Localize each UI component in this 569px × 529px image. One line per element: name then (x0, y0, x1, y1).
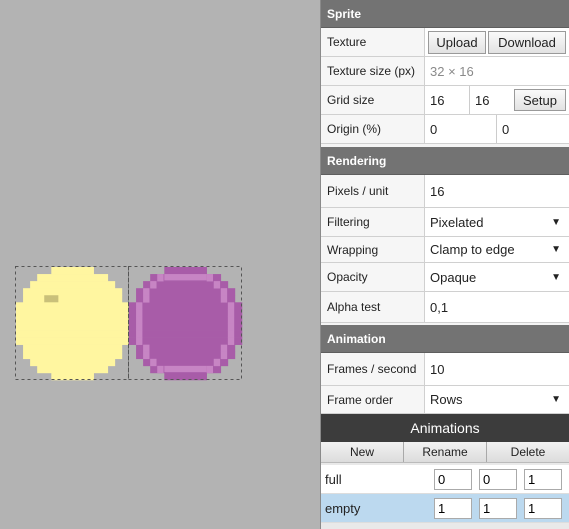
animation-end-field[interactable] (479, 468, 517, 490)
frame-order-row: Frame order Rows ▼ (321, 386, 569, 414)
ppu-label: Pixels / unit (321, 175, 425, 207)
origin-cells: 0 0 (425, 115, 569, 143)
section-rendering-header: Rendering (321, 147, 569, 175)
origin-label: Origin (%) (321, 115, 425, 143)
chevron-down-icon: ▼ (551, 216, 561, 228)
alpha-test-field[interactable]: 0,1 (425, 300, 448, 315)
animation-end-field[interactable] (479, 497, 517, 519)
frame-empty-sprite (129, 267, 243, 381)
filtering-cell: Pixelated ▼ (425, 208, 569, 236)
wrapping-label: Wrapping (321, 237, 425, 262)
opacity-row: Opacity Opaque ▼ (321, 263, 569, 292)
texture-size-cell: 32 × 16 (425, 57, 569, 85)
filtering-select[interactable]: Pixelated ▼ (425, 208, 569, 236)
settings-panel: Sprite Texture Upload Download Texture s… (320, 0, 569, 529)
new-animation-button[interactable]: New (321, 442, 404, 462)
wrapping-value: Clamp to edge (430, 242, 515, 257)
animation-speed-field[interactable] (524, 468, 562, 490)
animation-item-empty[interactable]: empty (321, 494, 569, 523)
grid-height-field[interactable]: 16 (470, 86, 512, 114)
grid-size-cells: 16 16 Setup (425, 86, 569, 114)
download-button[interactable]: Download (488, 30, 566, 54)
animation-item-full[interactable]: full (321, 465, 569, 494)
frame-order-value: Rows (430, 392, 463, 407)
frame-order-cell: Rows ▼ (425, 386, 569, 413)
filtering-label: Filtering (321, 208, 425, 236)
filtering-value: Pixelated (430, 214, 484, 230)
ppu-field[interactable]: 16 (425, 184, 444, 199)
upload-button[interactable]: Upload (428, 30, 486, 54)
animation-start-field[interactable] (434, 468, 472, 490)
chevron-down-icon: ▼ (551, 271, 561, 283)
ppu-cell: 16 (425, 175, 569, 207)
fps-cell: 10 (425, 353, 569, 385)
animation-speed-field[interactable] (524, 497, 562, 519)
wrapping-select[interactable]: Clamp to edge ▼ (425, 237, 569, 262)
section-animation-header: Animation (321, 325, 569, 353)
frame-full-sprite (16, 267, 130, 381)
texture-size-row: Texture size (px) 32 × 16 (321, 57, 569, 86)
section-sprite-header: Sprite (321, 0, 569, 28)
filtering-row: Filtering Pixelated ▼ (321, 208, 569, 237)
alpha-test-row: Alpha test 0,1 (321, 292, 569, 323)
animations-title: Animations (321, 414, 569, 442)
alpha-test-label: Alpha test (321, 292, 425, 322)
animation-name: empty (325, 500, 361, 516)
texture-row: Texture Upload Download (321, 28, 569, 57)
ppu-row: Pixels / unit 16 (321, 175, 569, 208)
grid-size-label: Grid size (321, 86, 425, 114)
animation-start-field[interactable] (434, 497, 472, 519)
fps-label: Frames / second (321, 353, 425, 385)
wrapping-row: Wrapping Clamp to edge ▼ (321, 237, 569, 263)
opacity-label: Opacity (321, 263, 425, 291)
sprite-preview (15, 266, 243, 381)
animation-name: full (325, 471, 342, 487)
alpha-test-cell: 0,1 (425, 292, 569, 322)
wrapping-cell: Clamp to edge ▼ (425, 237, 569, 262)
texture-label: Texture (321, 28, 425, 56)
chevron-down-icon: ▼ (551, 394, 561, 405)
fps-field[interactable]: 10 (425, 362, 444, 377)
delete-animation-button[interactable]: Delete (487, 442, 569, 462)
origin-y-field[interactable]: 0 (497, 115, 569, 143)
opacity-select[interactable]: Opaque ▼ (425, 263, 569, 291)
texture-size-label: Texture size (px) (321, 57, 425, 85)
frame-order-select[interactable]: Rows ▼ (425, 386, 569, 413)
grid-size-row: Grid size 16 16 Setup (321, 86, 569, 115)
frame-order-label: Frame order (321, 386, 425, 413)
sprite-viewport[interactable] (0, 0, 320, 529)
origin-x-field[interactable]: 0 (425, 115, 497, 143)
grid-width-field[interactable]: 16 (425, 86, 470, 114)
setup-button[interactable]: Setup (514, 89, 566, 111)
opacity-cell: Opaque ▼ (425, 263, 569, 291)
rename-animation-button[interactable]: Rename (404, 442, 487, 462)
fps-row: Frames / second 10 (321, 353, 569, 386)
chevron-down-icon: ▼ (551, 244, 561, 255)
opacity-value: Opaque (430, 269, 477, 285)
texture-actions: Upload Download (425, 28, 569, 56)
texture-size-value: 32 × 16 (430, 63, 474, 79)
animations-toolbar: New Rename Delete (321, 442, 569, 463)
animations-list: full empty (321, 463, 569, 529)
origin-row: Origin (%) 0 0 (321, 115, 569, 144)
